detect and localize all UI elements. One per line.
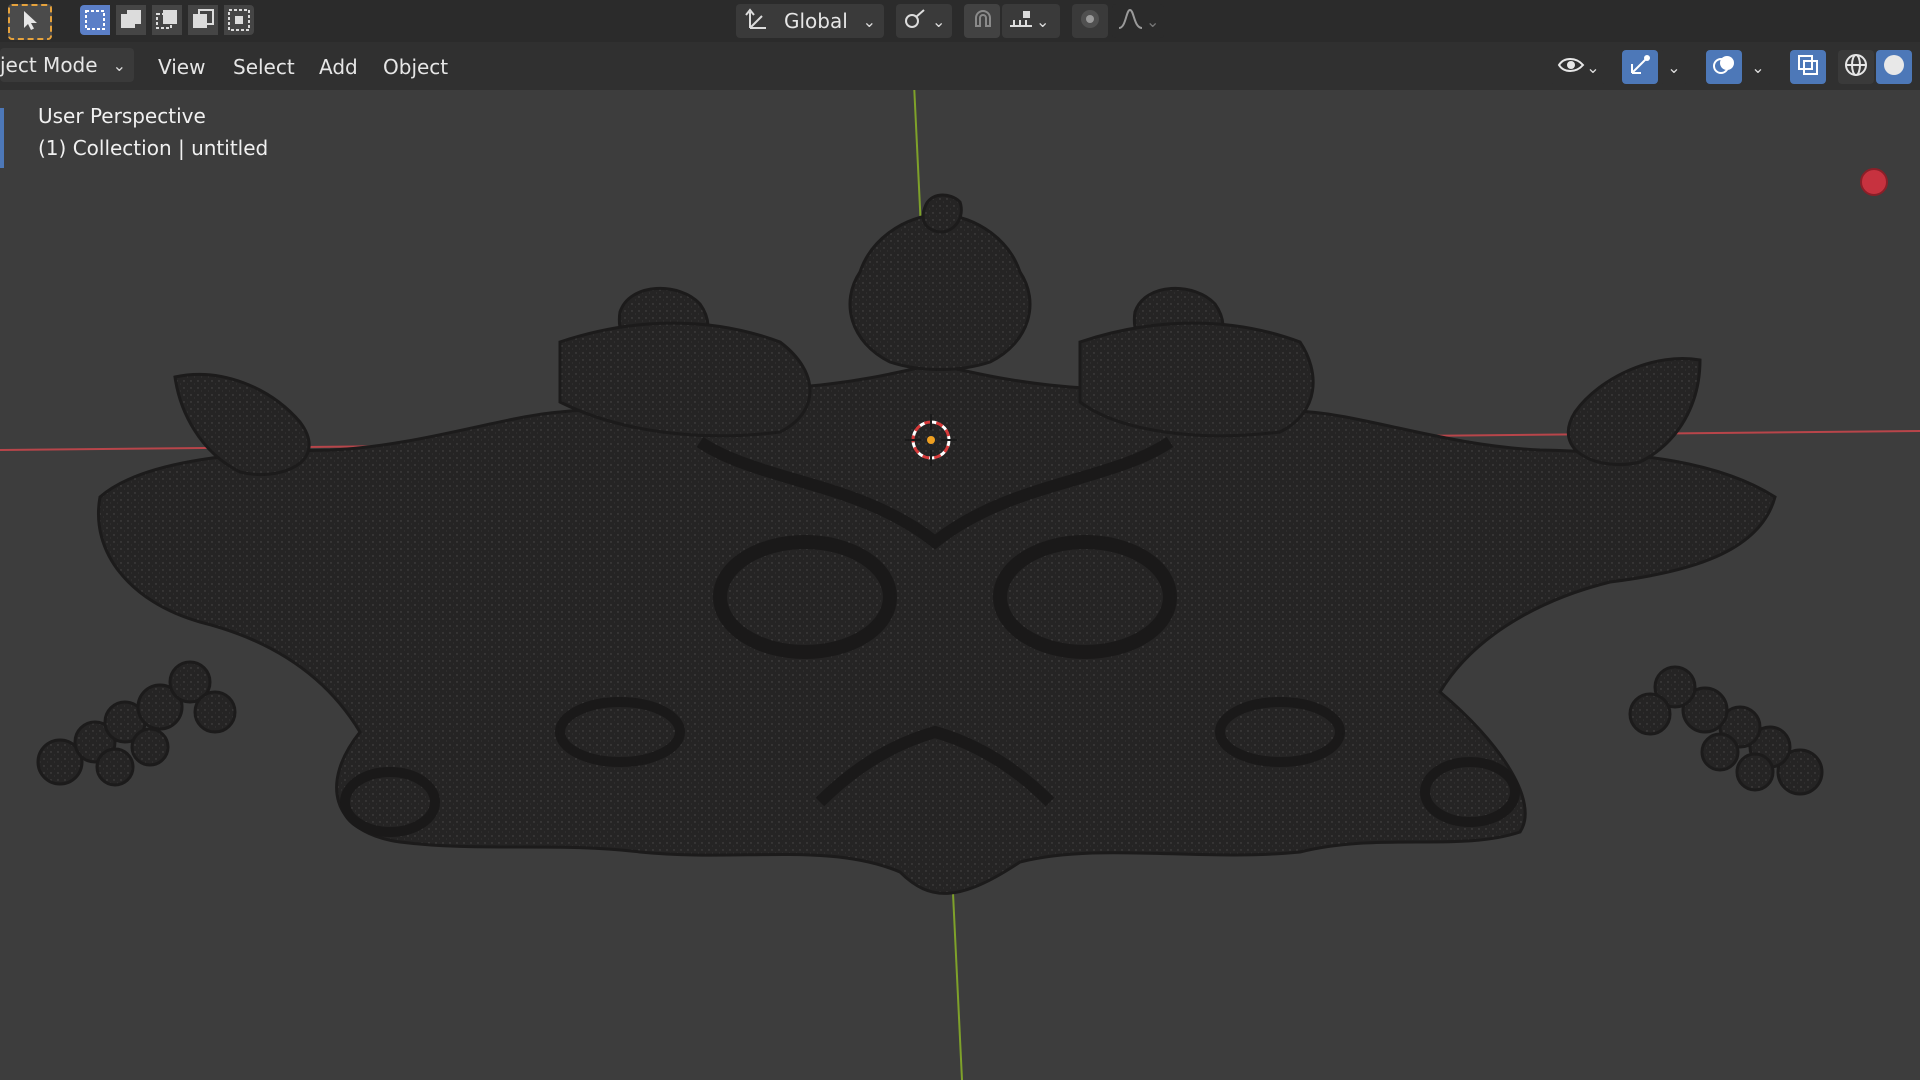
perspective-label: User Perspective: [38, 104, 206, 128]
gizmo-dropdown[interactable]: ⌄: [1660, 50, 1688, 84]
record-icon[interactable]: [1860, 168, 1888, 196]
viewport-info: User Perspective (1) Collection | untitl…: [38, 104, 268, 160]
object-origin: [927, 436, 935, 444]
chevron-down-icon: ⌄: [862, 11, 876, 31]
transform-orientation-value: Global: [784, 9, 848, 33]
eye-visibility-icon: [1556, 52, 1586, 82]
chevron-down-icon: ⌄: [1586, 57, 1600, 77]
menu-select[interactable]: Select: [223, 50, 305, 84]
selection-mode-group: [80, 5, 256, 37]
overlays-toggle[interactable]: [1706, 50, 1742, 84]
menu-object[interactable]: Object: [373, 50, 458, 84]
snap-magnet-icon: [970, 6, 996, 37]
gizmo-icon: [1627, 52, 1653, 82]
transform-orientation-icon: [744, 6, 774, 37]
select-subtract-button[interactable]: [152, 5, 182, 35]
xray-toggle[interactable]: [1790, 50, 1826, 84]
header-toolbar: Global ⌄ ⌄ ⌄ ⌄: [0, 0, 1920, 42]
falloff-curve-icon: [1116, 6, 1146, 37]
select-subtract-icon: [152, 10, 182, 39]
snap-toggle[interactable]: [964, 4, 1000, 38]
snap-increment-icon: [1006, 6, 1036, 37]
select-tool-button[interactable]: [8, 4, 52, 40]
chevron-down-icon: ⌄: [112, 55, 126, 75]
chevron-down-icon: ⌄: [932, 11, 946, 31]
3d-viewport[interactable]: User Perspective (1) Collection | untitl…: [0, 42, 1920, 1080]
collection-label: (1) Collection | untitled: [38, 136, 269, 160]
solid-shading-icon: [1881, 52, 1907, 82]
left-edge-indicator: [0, 108, 4, 168]
visibility-dropdown[interactable]: ⌄: [1550, 50, 1606, 84]
pivot-point-icon: [902, 6, 930, 37]
wireframe-shading-button[interactable]: [1838, 50, 1874, 84]
chevron-down-icon: ⌄: [1667, 57, 1681, 77]
overlays-icon: [1711, 52, 1737, 82]
mode-label: ject Mode: [0, 53, 98, 77]
proportional-editing-icon: [1077, 6, 1103, 37]
chevron-down-icon: ⌄: [1146, 11, 1160, 31]
chevron-down-icon: ⌄: [1751, 57, 1765, 77]
wireframe-shading-icon: [1843, 52, 1869, 82]
select-extend-button[interactable]: [116, 5, 146, 35]
xray-icon: [1795, 52, 1821, 82]
menu-view[interactable]: View: [148, 50, 215, 84]
select-invert-icon: [188, 9, 218, 39]
select-intersect-icon: [224, 9, 254, 39]
select-intersect-button[interactable]: [224, 5, 254, 35]
menu-add[interactable]: Add: [309, 50, 368, 84]
transform-orientation-dropdown[interactable]: Global ⌄: [736, 4, 884, 38]
proportional-editing-toggle[interactable]: [1072, 4, 1108, 38]
ornament-model[interactable]: [36, 193, 1824, 895]
gizmo-toggle[interactable]: [1622, 50, 1658, 84]
select-extend-icon: [116, 10, 146, 39]
viewport-scene: [0, 42, 1920, 1080]
overlays-dropdown[interactable]: ⌄: [1744, 50, 1772, 84]
falloff-dropdown[interactable]: ⌄: [1112, 4, 1164, 38]
select-new-button[interactable]: [80, 5, 110, 35]
pivot-point-dropdown[interactable]: ⌄: [896, 4, 952, 38]
select-invert-button[interactable]: [188, 5, 218, 35]
snap-target-dropdown[interactable]: ⌄: [1002, 4, 1060, 38]
chevron-down-icon: ⌄: [1036, 11, 1050, 31]
mode-dropdown[interactable]: ject Mode ⌄: [0, 48, 134, 82]
select-new-icon: [80, 10, 110, 39]
solid-shading-button[interactable]: [1876, 50, 1912, 84]
cursor-arrow-icon: [20, 9, 40, 35]
